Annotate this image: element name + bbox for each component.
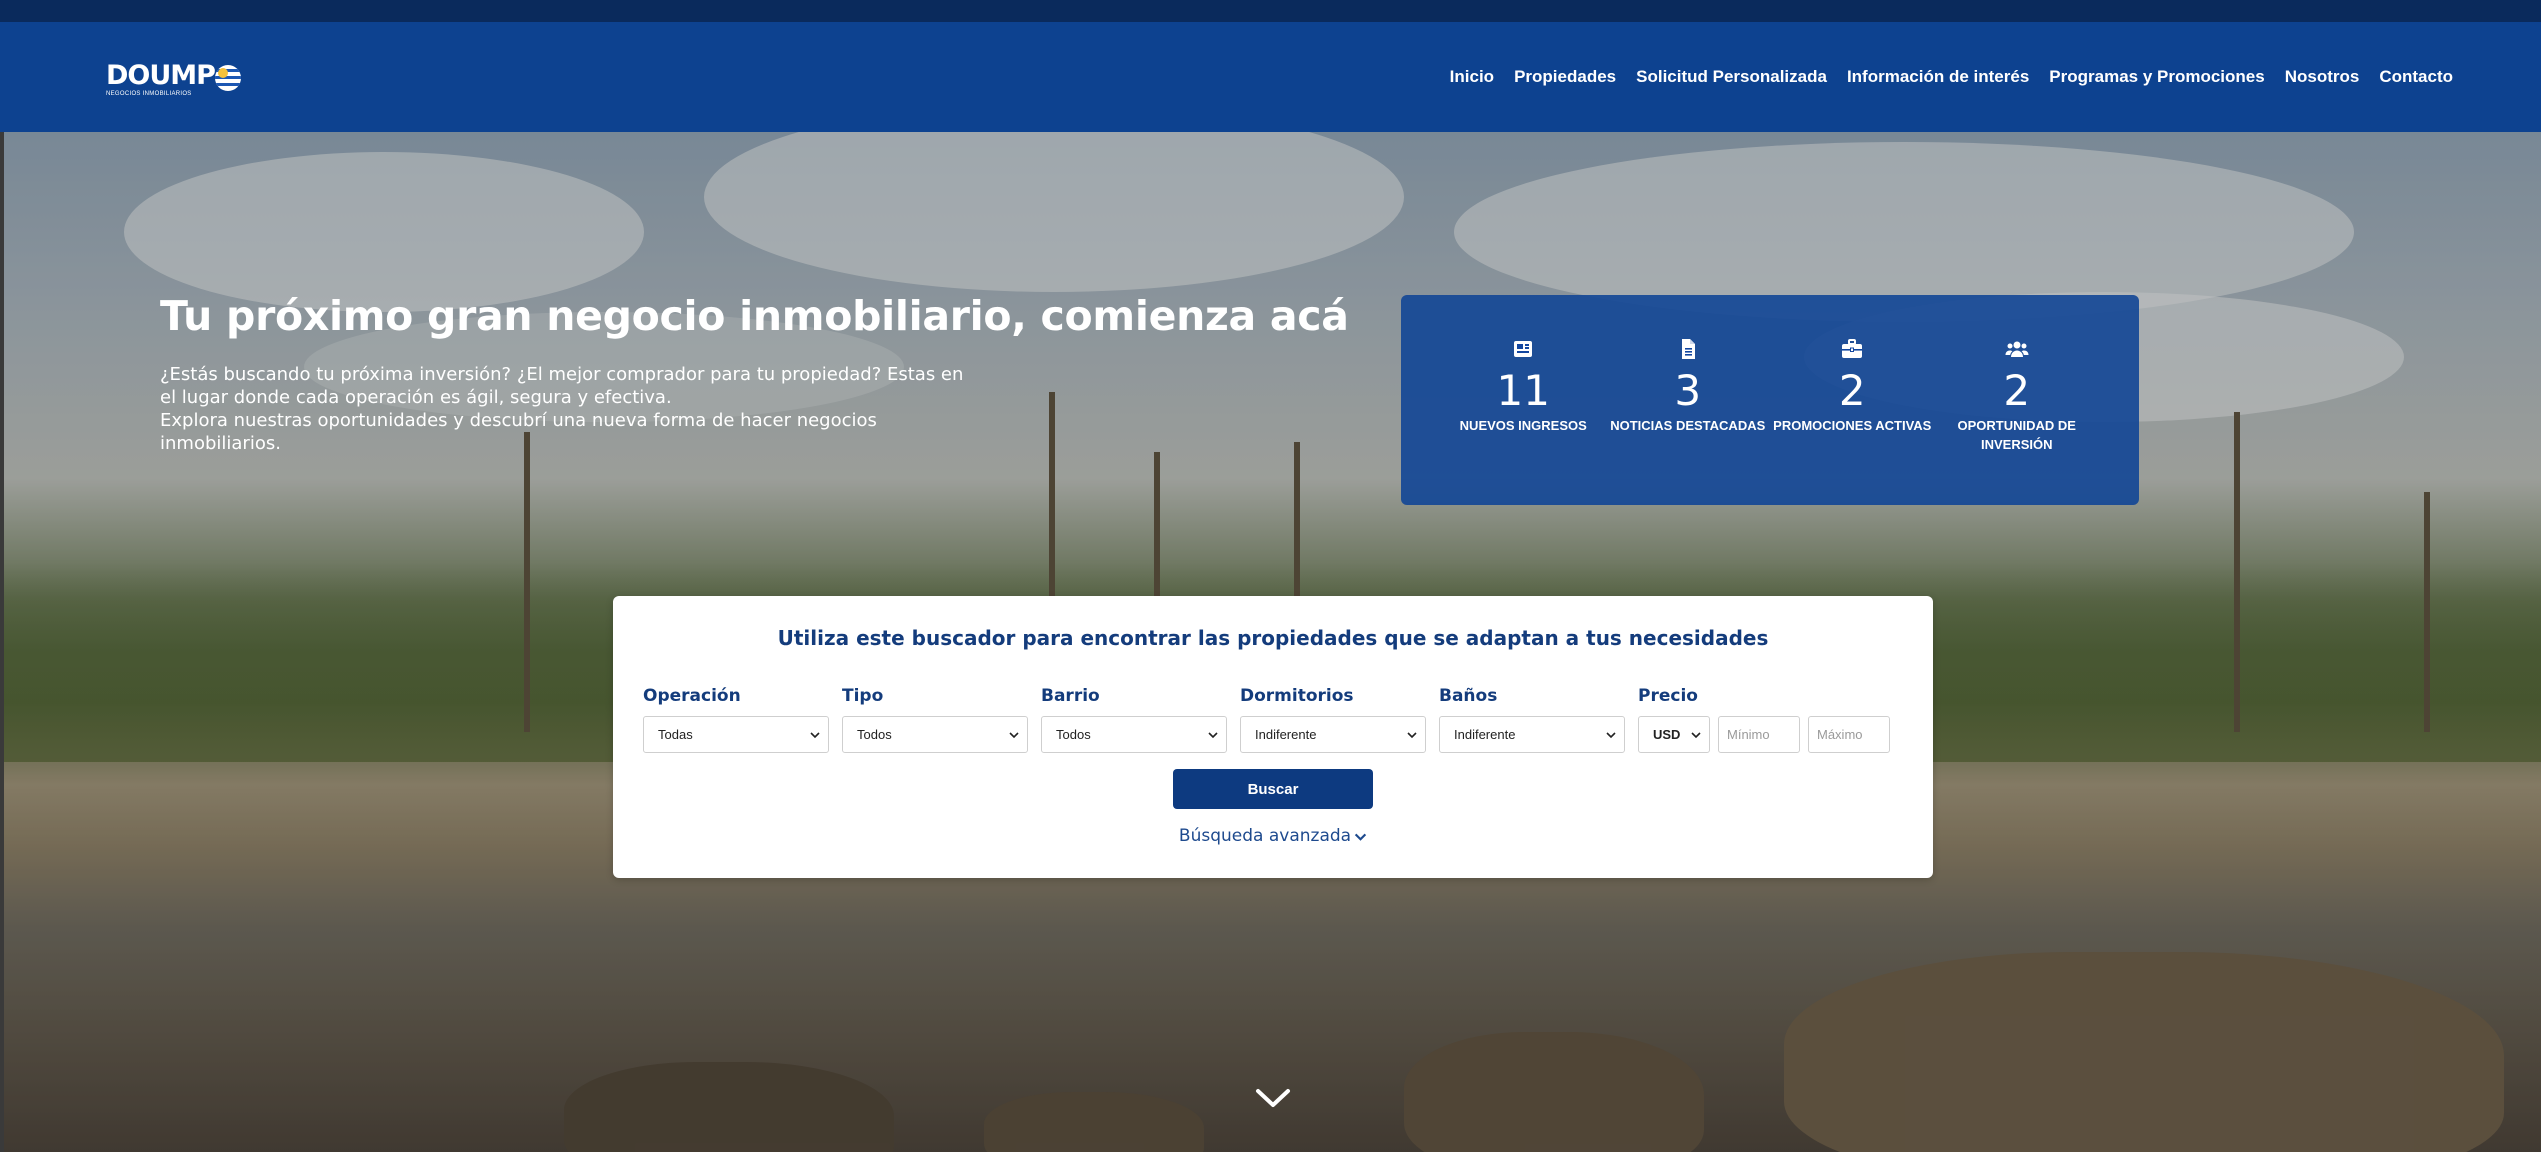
stat-label: NUEVOS INGRESOS [1459,418,1587,433]
banos-select[interactable]: Indiferente [1439,716,1625,753]
buscar-button[interactable]: Buscar [1173,769,1373,809]
banos-label: Baños [1439,686,1498,706]
chevron-down-icon [1691,731,1701,738]
nav-programas-y-promociones[interactable]: Programas y Promociones [2049,67,2264,87]
currency-value: USD [1653,727,1681,742]
stat-value: 2 [1838,366,1866,415]
dormitorios-label: Dormitorios [1240,686,1354,706]
precio-label: Precio [1638,686,1698,706]
brand-logo[interactable]: DOUMP NEGOCIOS INMOBILIARIOS [106,60,216,102]
stat-label: OPORTUNIDAD DE INVERSIÓN [1957,418,2076,452]
property-search-panel: Utiliza este buscador para encontrar las… [613,596,1933,878]
dormitorios-value: Indiferente [1255,727,1317,742]
briefcase-icon [1842,339,1863,358]
chevron-down-icon [810,731,820,738]
chevron-down-icon [1354,833,1367,841]
barrio-select[interactable]: Todos [1041,716,1227,753]
hero-title: Tu próximo gran negocio inmobiliario, co… [160,292,1349,340]
nav-solicitud-personalizada[interactable]: Solicitud Personalizada [1636,67,1827,87]
stat-oportunidad-de-inversion[interactable]: 2 OPORTUNIDAD DE INVERSIÓN [1935,337,2100,505]
nav-informacion-de-interes[interactable]: Información de interés [1847,67,2029,87]
operacion-label: Operación [643,686,741,706]
top-strip [0,0,2541,22]
stat-promociones-activas[interactable]: 2 PROMOCIONES ACTIVAS [1770,337,1935,505]
chevron-down-icon [1009,731,1019,738]
stat-label: NOTICIAS DESTACADAS [1610,418,1766,433]
users-icon [2005,341,2029,357]
busqueda-avanzada-link[interactable]: Búsqueda avanzada [613,826,1933,846]
precio-minimo-input[interactable] [1718,716,1800,753]
barrio-value: Todos [1056,727,1091,742]
hero-intro-line-2: Explora nuestras oportunidades y descubr… [160,410,877,454]
busqueda-avanzada-label: Búsqueda avanzada [1178,826,1352,846]
chevron-down-icon [1606,731,1616,738]
operacion-value: Todas [658,727,693,742]
hero-intro: ¿Estás buscando tu próxima inversión? ¿E… [160,363,980,455]
dormitorios-select[interactable]: Indiferente [1240,716,1426,753]
currency-select[interactable]: USD [1638,716,1710,753]
tipo-value: Todos [857,727,892,742]
stat-value: 2 [2003,366,2031,415]
nav-inicio[interactable]: Inicio [1450,67,1494,87]
hero-intro-line-1: ¿Estás buscando tu próxima inversión? ¿E… [160,364,964,408]
precio-maximo-input[interactable] [1808,716,1890,753]
chevron-down-icon [1407,731,1417,738]
barrio-label: Barrio [1041,686,1100,706]
stats-panel: 11 NUEVOS INGRESOS 3 NOTICIAS DESTACADAS… [1401,295,2139,505]
banos-value: Indiferente [1454,727,1516,742]
scroll-down-chevron-icon[interactable] [1255,1087,1291,1109]
search-title: Utiliza este buscador para encontrar las… [777,626,1769,650]
chevron-down-icon [1208,731,1218,738]
document-icon [1681,339,1695,359]
stat-nuevos-ingresos[interactable]: 11 NUEVOS INGRESOS [1441,337,1606,505]
operacion-select[interactable]: Todas [643,716,829,753]
stat-label: PROMOCIONES ACTIVAS [1773,418,1932,433]
nav-contacto[interactable]: Contacto [2379,67,2453,87]
stat-noticias-destacadas[interactable]: 3 NOTICIAS DESTACADAS [1606,337,1771,505]
newspaper-icon [1514,341,1533,357]
nav-propiedades[interactable]: Propiedades [1514,67,1616,87]
tipo-select[interactable]: Todos [842,716,1028,753]
stat-value: 11 [1496,366,1550,415]
tipo-label: Tipo [842,686,884,706]
nav-nosotros[interactable]: Nosotros [2285,67,2360,87]
brand-tagline: NEGOCIOS INMOBILIARIOS [106,91,192,97]
main-nav: Inicio Propiedades Solicitud Personaliza… [1450,22,2453,132]
uruguay-flag-icon[interactable] [215,65,241,91]
stat-value: 3 [1674,366,1702,415]
brand-name: DOUMP [106,60,216,91]
